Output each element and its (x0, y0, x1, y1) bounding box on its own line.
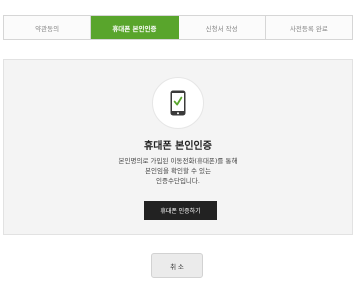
step-terms: 약관동의 (4, 16, 92, 39)
phone-verify-button[interactable]: 휴대폰 인증하기 (144, 201, 217, 220)
phone-icon-circle (152, 77, 204, 129)
page: 약관동의 휴대폰 본인인증 신청서 작성 사전등록 완료 휴대폰 본인인증 본인… (0, 0, 358, 284)
cancel-button[interactable]: 취 소 (151, 253, 203, 278)
description-line: 본인임을 확인할 수 있는 (145, 167, 211, 175)
description-line: 본인명의로 가입된 이동전화(휴대폰)를 통해 (118, 157, 238, 165)
step-indicator: 약관동의 휴대폰 본인인증 신청서 작성 사전등록 완료 (3, 15, 353, 40)
description-line: 인증수단입니다. (156, 177, 200, 185)
verification-panel: 휴대폰 본인인증 본인명의로 가입된 이동전화(휴대폰)를 통해 본인임을 확인… (3, 59, 353, 235)
step-phone-verification: 휴대폰 본인인증 (91, 16, 179, 39)
panel-title: 휴대폰 본인인증 (144, 141, 212, 152)
mobile-phone-check-icon (170, 90, 186, 116)
step-application-form: 신청서 작성 (178, 16, 266, 39)
step-registration-complete: 사전등록 완료 (265, 16, 352, 39)
panel-description: 본인명의로 가입된 이동전화(휴대폰)를 통해 본인임을 확인할 수 있는 인증… (4, 156, 352, 186)
